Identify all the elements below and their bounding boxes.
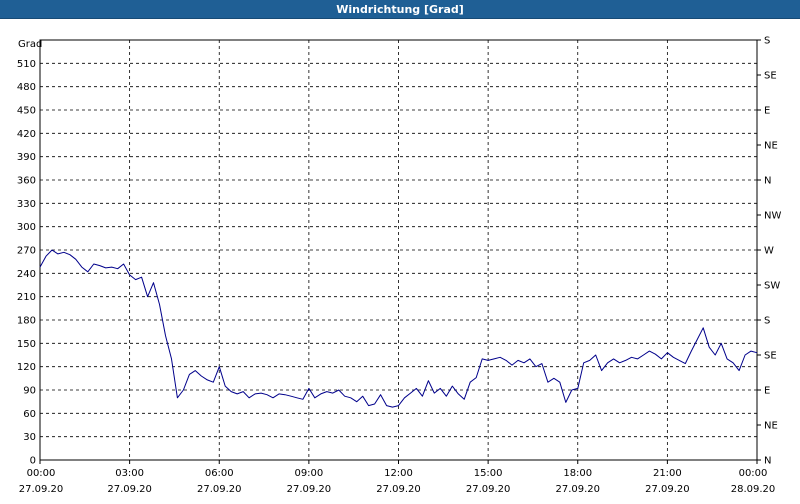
y-axis-label: Grad: [18, 39, 42, 50]
grid-lines: [40, 40, 757, 460]
y2-tick-label: E: [764, 106, 770, 117]
y2-tick-label: E: [764, 386, 770, 397]
x-tick-time-label: 21:00: [653, 468, 682, 479]
x-tick-time-label: 12:00: [384, 468, 413, 479]
chart-title: Windrichtung [Grad]: [336, 2, 464, 16]
y2-axis-ticks: N NE E SE S SW W NW N NE E SE S: [757, 36, 781, 467]
x-tick-date-label: 27.09.20: [19, 484, 64, 495]
y-axis-ticks: 0 30 60 90 120 150 180 210 240 270 300 330 360 390 420…: [17, 59, 36, 467]
chart-area: Grad 0 30 60 90 120 150 180 210 240 270 300 330 360 3…: [0, 19, 800, 500]
x-tick-date-label: 27.09.20: [555, 484, 600, 495]
y-tick-label: 90: [23, 386, 36, 397]
x-tick-date-label: 27.09.20: [376, 484, 421, 495]
x-tick-time-label: 18:00: [563, 468, 592, 479]
x-tick-time-label: 00:00: [739, 468, 768, 479]
y2-tick-label: N: [764, 176, 771, 187]
x-tick-date-label: 27.09.20: [645, 484, 690, 495]
x-tick-date-label: 27.09.20: [107, 484, 152, 495]
x-tick-date-label: 28.09.20: [731, 484, 776, 495]
y2-tick-label: W: [764, 246, 774, 257]
y2-tick-label: SE: [764, 71, 777, 82]
y-tick-label: 300: [17, 222, 36, 233]
y2-tick-label: NE: [764, 141, 778, 152]
y-tick-label: 480: [17, 82, 36, 93]
x-tick-time-label: 15:00: [474, 468, 503, 479]
y2-tick-label: N: [764, 456, 771, 467]
y2-tick-label: S: [764, 316, 770, 327]
y-tick-label: 450: [17, 106, 36, 117]
y-tick-label: 0: [30, 456, 36, 467]
x-tick-time-label: 03:00: [115, 468, 144, 479]
x-tick-time-label: 06:00: [205, 468, 234, 479]
y-tick-label: 60: [23, 409, 36, 420]
x-tick-time-label: 09:00: [294, 468, 323, 479]
chart-title-bar: Windrichtung [Grad]: [0, 0, 800, 19]
y2-tick-label: SE: [764, 351, 777, 362]
y-tick-label: 510: [17, 59, 36, 70]
y-tick-label: 150: [17, 339, 36, 350]
y-tick-label: 240: [17, 269, 36, 280]
y2-tick-label: NE: [764, 421, 778, 432]
y2-tick-label: SW: [764, 281, 780, 292]
x-tick-time-label: 00:00: [27, 468, 56, 479]
y-tick-label: 30: [23, 432, 36, 443]
x-axis-ticks: 00:00 27.09.20 03:00 27.09.20 06:00 27.09.20 0…: [19, 460, 776, 495]
y-tick-label: 270: [17, 246, 36, 257]
y-tick-label: 390: [17, 152, 36, 163]
x-tick-date-label: 27.09.20: [466, 484, 511, 495]
y-tick-label: 120: [17, 362, 36, 373]
y-tick-label: 420: [17, 129, 36, 140]
x-tick-date-label: 27.09.20: [287, 484, 332, 495]
y-tick-label: 360: [17, 176, 36, 187]
y-tick-label: 330: [17, 199, 36, 210]
wind-direction-chart: Grad 0 30 60 90 120 150 180 210 240 270 300 330 360 3…: [17, 36, 782, 496]
y-tick-label: 180: [17, 316, 36, 327]
y-tick-label: 210: [17, 292, 36, 303]
y2-tick-label: S: [764, 36, 770, 47]
y2-tick-label: NW: [764, 211, 781, 222]
x-tick-date-label: 27.09.20: [197, 484, 242, 495]
